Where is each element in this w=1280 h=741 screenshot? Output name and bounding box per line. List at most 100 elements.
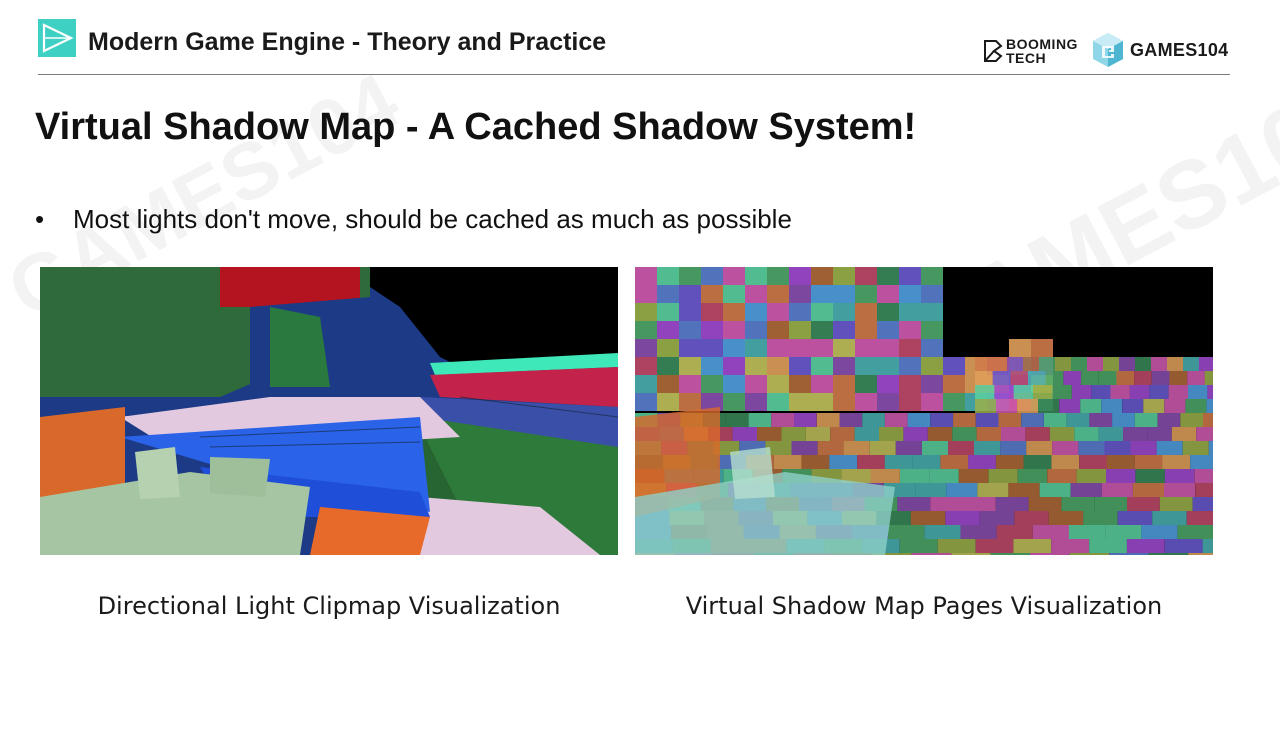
games104-logo-text: GAMES104	[1130, 40, 1229, 60]
shadow-page-tile	[811, 357, 833, 375]
shadow-page-tile	[877, 267, 899, 285]
shadow-page-tile	[1013, 539, 1052, 553]
shadow-page-tile	[679, 375, 701, 393]
shadow-page-tile	[855, 303, 877, 321]
shadow-page-tile	[679, 339, 701, 357]
shadow-page-tile	[1119, 357, 1135, 371]
shadow-page-tile	[900, 469, 930, 483]
shadow-page-tile	[877, 285, 899, 303]
shadow-page-tile	[990, 553, 1031, 555]
shadow-page-tile	[767, 375, 789, 393]
shadow-page-tile	[811, 303, 833, 321]
shadow-page-tile	[855, 285, 877, 303]
shadow-page-tile	[968, 455, 996, 469]
shadow-page-tile	[998, 413, 1022, 427]
shadow-page-tile	[899, 303, 921, 321]
header-divider	[38, 74, 1230, 75]
shadow-page-tile	[952, 427, 977, 441]
shadow-page-tile	[907, 413, 931, 427]
shadow-page-tile	[1192, 497, 1213, 511]
shadow-page-tile	[1026, 441, 1053, 455]
shadow-page-tile	[1087, 357, 1103, 371]
shadow-page-tile	[943, 375, 965, 393]
shadow-page-tile	[1028, 371, 1046, 385]
games104-cube-icon	[1092, 32, 1124, 68]
shadow-page-tile	[921, 303, 943, 321]
shadow-page-tile	[884, 455, 913, 469]
shadow-page-tile	[679, 393, 701, 411]
shadow-page-tile	[1047, 469, 1077, 483]
shadow-page-tile	[855, 321, 877, 339]
shadow-page-tile	[1135, 357, 1151, 371]
shadow-page-tile	[877, 339, 899, 357]
shadow-page-tile	[854, 427, 879, 441]
shadow-page-tile	[789, 285, 811, 303]
shadow-page-tile	[1049, 427, 1075, 441]
shadow-page-tile	[1141, 525, 1178, 539]
shadow-page-tile	[833, 303, 855, 321]
shadow-page-tile	[1134, 413, 1158, 427]
shadow-page-tile	[903, 427, 928, 441]
bullet-point: • Most lights don't move, should be cache…	[35, 204, 792, 235]
shadow-page-tile	[930, 413, 954, 427]
shadow-page-tile	[879, 427, 904, 441]
shadow-page-tile	[1010, 371, 1029, 385]
shadow-page-tile	[1208, 441, 1213, 455]
shadow-page-tile	[767, 285, 789, 303]
shadow-page-tile	[899, 267, 921, 285]
shadow-page-tile	[995, 455, 1024, 469]
shadow-page-tile	[789, 303, 811, 321]
shadow-page-tile	[1156, 441, 1183, 455]
shadow-page-tile	[921, 285, 943, 303]
shadow-page-tile	[811, 393, 833, 411]
shadow-page-tile	[1009, 339, 1031, 357]
shadow-page-tile	[701, 285, 723, 303]
shadow-page-tile	[1076, 469, 1106, 483]
shadow-page-tile	[701, 267, 723, 285]
shadow-page-tile	[833, 393, 855, 411]
shadow-page-tile	[1078, 441, 1105, 455]
shadow-page-tile	[855, 393, 877, 411]
shadow-page-tile	[1202, 539, 1213, 553]
shadow-page-tile	[1032, 525, 1069, 539]
shadow-page-tile	[945, 511, 980, 525]
shadow-page-tile	[805, 427, 831, 441]
shadow-page-tile	[953, 413, 976, 427]
scene-structure	[730, 447, 775, 499]
shadow-page-tile	[635, 393, 657, 411]
shadow-page-tile	[1094, 497, 1127, 511]
shadow-page-tile	[789, 393, 811, 411]
shadow-page-tile	[877, 321, 899, 339]
shadow-page-tile	[1103, 357, 1119, 371]
shadow-page-tile	[757, 427, 782, 441]
shadow-page-tile	[723, 393, 745, 411]
shadow-page-tile	[877, 303, 899, 321]
shadow-page-tile	[723, 321, 745, 339]
shadow-page-tile	[657, 375, 679, 393]
shadow-page-tile	[679, 357, 701, 375]
shadow-page-tile	[1112, 413, 1135, 427]
shadow-page-tile	[1089, 413, 1113, 427]
shadow-page-tile	[1074, 427, 1099, 441]
booming-tech-mark-icon	[982, 38, 1006, 64]
shadow-page-tile	[899, 339, 921, 357]
shadow-page-tile	[946, 483, 978, 497]
shadow-page-tile	[1081, 371, 1099, 385]
shadow-page-tile	[921, 267, 943, 285]
shadow-page-tile	[745, 267, 767, 285]
shadow-page-tile	[723, 285, 745, 303]
shadow-page-tile	[1059, 399, 1081, 413]
shadow-page-tile	[1071, 357, 1087, 371]
shadow-page-tile	[929, 469, 959, 483]
shadow-page-tile	[1151, 371, 1170, 385]
shadow-page-tile	[1001, 427, 1026, 441]
shadow-page-tile	[910, 511, 946, 525]
shadow-page-tile	[899, 539, 938, 553]
shadow-page-tile	[767, 321, 789, 339]
shadow-page-tile	[1126, 539, 1165, 553]
shadow-page-tile	[1194, 469, 1213, 483]
shadow-page-tile	[789, 321, 811, 339]
shadow-page-tile	[723, 303, 745, 321]
shadow-page-tile	[723, 339, 745, 357]
shadow-page-tile	[943, 393, 965, 411]
